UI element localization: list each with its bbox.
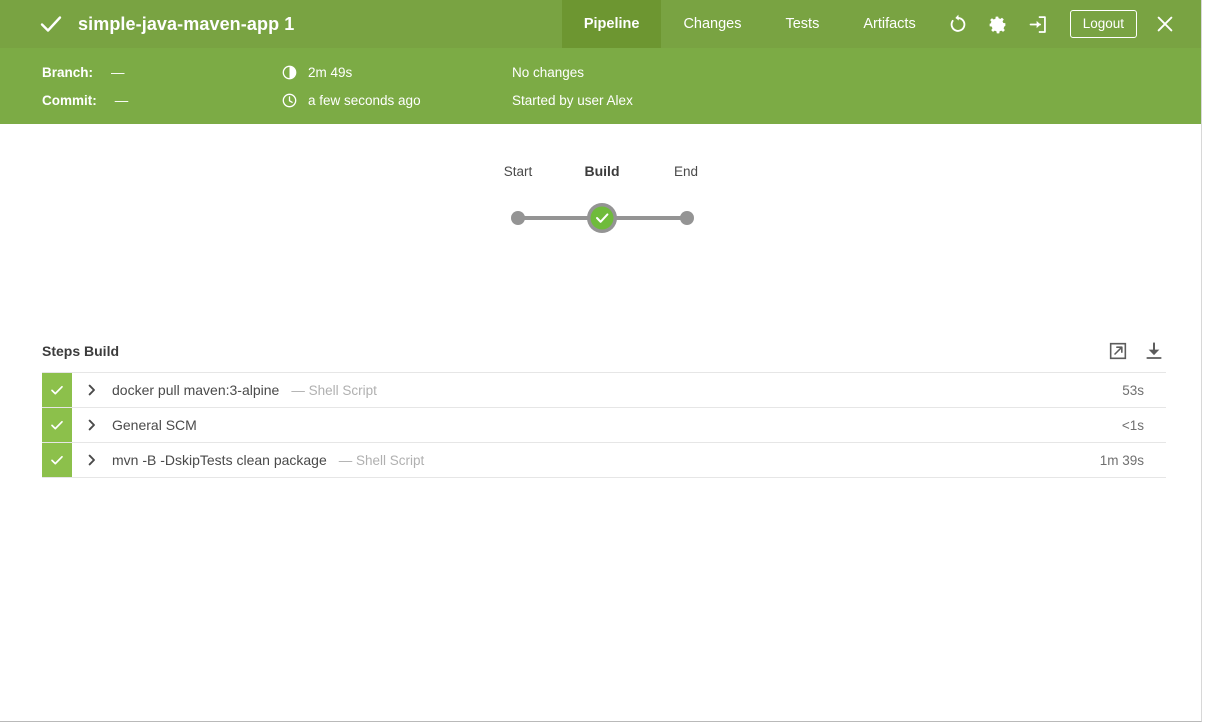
settings-button[interactable] <box>978 0 1018 48</box>
node-label-start: Start <box>504 164 533 179</box>
step-status-success <box>42 443 72 477</box>
gear-icon <box>987 14 1008 35</box>
step-body: docker pull maven:3-alpine — Shell Scrip… <box>72 373 1122 407</box>
close-button[interactable] <box>1145 0 1185 48</box>
clock-icon <box>282 93 297 108</box>
step-status-success <box>42 373 72 407</box>
check-icon <box>49 382 65 398</box>
meta-duration-row: 2m 49s <box>282 58 512 86</box>
sign-in-icon <box>1027 14 1048 35</box>
run-meta-bar: Branch: — Commit: — 2m 49s <box>0 48 1201 124</box>
meta-changes-row: No changes <box>512 58 812 86</box>
check-icon <box>49 452 65 468</box>
steps-header-actions <box>1108 341 1166 361</box>
step-status-success <box>42 408 72 442</box>
chevron-right-icon[interactable] <box>86 384 98 396</box>
meta-commit-row: Commit: — <box>42 86 282 114</box>
step-label: mvn -B -DskipTests clean package <box>112 452 327 468</box>
steps-section: Steps Build <box>42 341 1166 478</box>
meta-cause-row: Started by user Alex <box>512 86 812 114</box>
pipeline-graph: Start Build End <box>486 164 716 254</box>
meta-time-row: a few seconds ago <box>282 86 512 114</box>
check-icon <box>49 417 65 433</box>
step-type: — Shell Script <box>339 453 425 468</box>
step-type: — Shell Script <box>291 383 377 398</box>
node-label-end: End <box>674 164 698 179</box>
step-duration: 53s <box>1122 373 1166 407</box>
time-value: a few seconds ago <box>308 93 421 108</box>
graph-node-start[interactable] <box>511 211 525 225</box>
blue-ocean-run-detail: simple-java-maven-app 1 Pipeline Changes… <box>0 0 1202 722</box>
steps-table: docker pull maven:3-alpine — Shell Scrip… <box>42 372 1166 478</box>
tab-changes[interactable]: Changes <box>661 0 763 48</box>
table-row[interactable]: mvn -B -DskipTests clean package — Shell… <box>42 443 1166 478</box>
login-button[interactable] <box>1018 0 1058 48</box>
step-body: mvn -B -DskipTests clean package — Shell… <box>72 443 1100 477</box>
rerun-button[interactable] <box>938 0 978 48</box>
branch-value: — <box>111 65 125 80</box>
run-header-title-zone: simple-java-maven-app 1 <box>0 0 562 48</box>
logout-button[interactable]: Logout <box>1070 10 1137 38</box>
changes-value: No changes <box>512 65 584 80</box>
graph-node-end[interactable] <box>680 211 694 225</box>
step-duration: 1m 39s <box>1100 443 1166 477</box>
tab-pipeline[interactable]: Pipeline <box>562 0 662 48</box>
cause-value: Started by user Alex <box>512 93 633 108</box>
page-title: simple-java-maven-app 1 <box>78 14 294 35</box>
tab-tests[interactable]: Tests <box>763 0 841 48</box>
tab-artifacts[interactable]: Artifacts <box>841 0 937 48</box>
step-body: General SCM <box>72 408 1122 442</box>
replay-icon <box>947 13 969 35</box>
table-row[interactable]: docker pull maven:3-alpine — Shell Scrip… <box>42 373 1166 408</box>
close-icon <box>1154 13 1176 35</box>
commit-value: — <box>115 93 129 108</box>
chevron-right-icon[interactable] <box>86 454 98 466</box>
meta-timing-column: 2m 49s a few seconds ago <box>282 58 512 114</box>
pipeline-graph-svg <box>486 188 716 248</box>
step-label: General SCM <box>112 417 197 433</box>
chevron-right-icon[interactable] <box>86 419 98 431</box>
meta-source-column: Branch: — Commit: — <box>42 58 282 114</box>
node-label-build: Build <box>585 163 620 179</box>
check-icon <box>38 11 64 37</box>
duration-value: 2m 49s <box>308 65 352 80</box>
commit-label: Commit: <box>42 93 97 108</box>
steps-title: Steps Build <box>42 343 119 359</box>
branch-label: Branch: <box>42 65 93 80</box>
step-duration: <1s <box>1122 408 1166 442</box>
pipeline-graph-area: Start Build End <box>0 124 1201 354</box>
run-nav-tabs: Pipeline Changes Tests Artifacts <box>562 0 938 48</box>
step-label: docker pull maven:3-alpine <box>112 382 279 398</box>
run-header-actions: Logout <box>938 0 1201 48</box>
run-content: Start Build End <box>0 124 1201 722</box>
meta-info-column: No changes Started by user Alex <box>512 58 812 114</box>
meta-branch-row: Branch: — <box>42 58 282 86</box>
table-row[interactable]: General SCM <1s <box>42 408 1166 443</box>
run-header: simple-java-maven-app 1 Pipeline Changes… <box>0 0 1201 48</box>
half-circle-icon <box>282 65 297 80</box>
download-icon[interactable] <box>1144 341 1164 361</box>
pipeline-node-labels: Start Build End <box>486 164 716 188</box>
open-external-icon[interactable] <box>1108 341 1128 361</box>
steps-header: Steps Build <box>42 341 1166 372</box>
graph-node-build[interactable] <box>587 203 617 233</box>
